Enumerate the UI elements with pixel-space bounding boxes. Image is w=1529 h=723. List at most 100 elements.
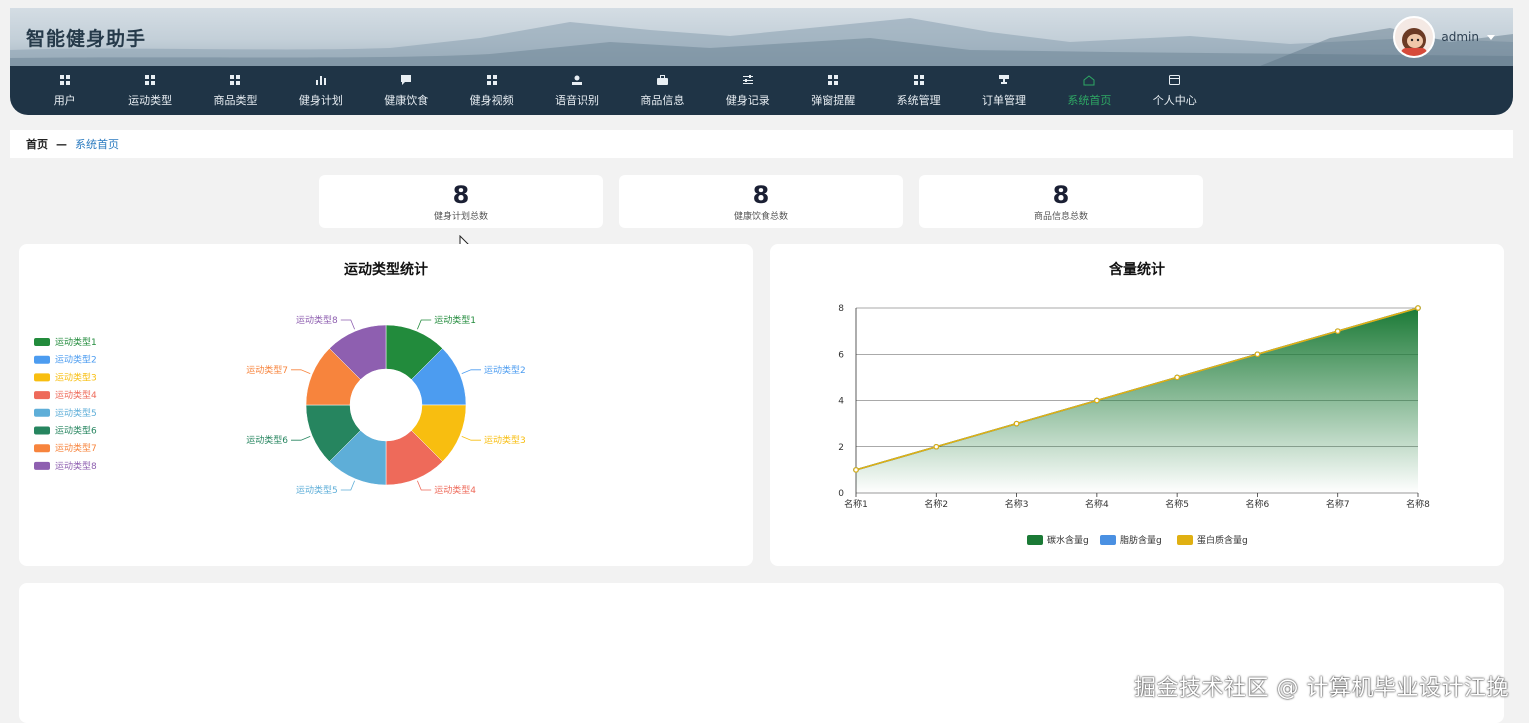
pie-slice-label: 运动类型3 xyxy=(484,434,526,446)
avatar-image xyxy=(1401,28,1428,56)
avatar[interactable] xyxy=(1393,16,1436,58)
x-tick-label: 名称3 xyxy=(1005,498,1029,510)
nav-item-2[interactable]: 运动类型 xyxy=(107,66,192,115)
pie-slice-label: 运动类型2 xyxy=(484,364,526,376)
user-icon xyxy=(572,73,583,87)
bar-chart-icon xyxy=(315,73,326,87)
legend-label[interactable]: 运动类型1 xyxy=(55,336,97,348)
username[interactable]: admin xyxy=(1441,30,1479,44)
legend-label[interactable]: 运动类型6 xyxy=(55,425,97,437)
nav-item-10[interactable]: 弹窗提醒 xyxy=(791,66,876,115)
legend-swatch[interactable] xyxy=(1100,535,1116,545)
main-nav: 用户 运动类型 商品类型 健身计划 健康饮食 健身视频 语音识别 商品信息 健身记录 弹窗提醒 系统… xyxy=(10,66,1513,115)
nav-item-label: 健身记录 xyxy=(725,94,770,107)
nav-item-5[interactable]: 健康饮食 xyxy=(364,66,449,115)
nav-item-11[interactable]: 系统管理 xyxy=(876,66,961,115)
stat-card-diet: 8 健康饮食总数 xyxy=(619,175,903,228)
nav-item-3[interactable]: 商品类型 xyxy=(193,66,278,115)
chat-icon xyxy=(401,73,412,87)
legend-swatch[interactable] xyxy=(1177,535,1193,545)
data-point[interactable] xyxy=(1254,351,1261,358)
legend-label[interactable]: 运动类型8 xyxy=(55,460,97,472)
grid-icon xyxy=(145,73,156,87)
grid-icon xyxy=(486,73,497,87)
breadcrumb-current: 系统首页 xyxy=(75,138,119,151)
nav-item-label: 语音识别 xyxy=(555,94,600,107)
pie-leader-line xyxy=(417,319,432,330)
pie-slice-label: 运动类型8 xyxy=(296,314,338,326)
legend-swatch[interactable] xyxy=(34,426,50,435)
data-point[interactable] xyxy=(853,467,859,473)
legend-swatch[interactable] xyxy=(34,373,50,382)
area-chart: 0 2 4 6 8 名称1 名称2 名称3 名称4 名称5 名称6 名称7 名称8 碳水含量g 脂肪含量g 蛋… xyxy=(838,304,1430,546)
home-icon xyxy=(1083,73,1095,87)
legend-label[interactable]: 运动类型2 xyxy=(55,354,97,366)
x-tick-label: 名称6 xyxy=(1246,498,1270,510)
legend-label[interactable]: 脂肪含量g xyxy=(1120,534,1162,546)
x-tick-label: 名称4 xyxy=(1085,498,1109,510)
nav-item-label: 弹窗提醒 xyxy=(811,94,856,107)
pie-leader-line xyxy=(417,480,432,491)
legend-label[interactable]: 蛋白质含量g xyxy=(1197,534,1248,546)
data-point[interactable] xyxy=(1174,374,1180,381)
legend-label[interactable]: 运动类型4 xyxy=(55,389,97,401)
data-point[interactable] xyxy=(1094,397,1100,404)
y-tick-label: 0 xyxy=(838,489,844,499)
nav-item-label: 订单管理 xyxy=(981,94,1026,107)
legend-label[interactable]: 碳水含量g xyxy=(1047,534,1089,546)
data-point[interactable] xyxy=(933,443,940,450)
mountain-background xyxy=(10,18,1513,66)
legend-label[interactable]: 运动类型7 xyxy=(55,442,97,454)
legend-swatch[interactable] xyxy=(34,338,50,346)
pie-leader-line xyxy=(461,369,481,374)
legend-swatch[interactable] xyxy=(34,408,50,417)
sliders-icon xyxy=(742,73,753,87)
pie-slice-label: 运动类型6 xyxy=(246,434,288,446)
legend-label[interactable]: 运动类型3 xyxy=(55,371,97,383)
legend-swatch[interactable] xyxy=(1027,535,1043,545)
nav-item-7[interactable]: 语音识别 xyxy=(534,66,619,115)
grid-icon xyxy=(913,73,924,87)
grid-icon xyxy=(230,73,241,87)
chevron-down-icon[interactable] xyxy=(1487,34,1495,40)
pie-slice-label: 运动类型7 xyxy=(246,364,288,376)
nav-item-1[interactable]: 用户 xyxy=(22,66,107,115)
data-point[interactable] xyxy=(1334,328,1341,334)
legend-swatch[interactable] xyxy=(34,355,50,364)
top-header: 智能健身助手 admin 用户 运动类型 商品类型 健身计划 健康饮食 健身视频 语音识别 商… xyxy=(10,8,1513,115)
x-tick-label: 名称2 xyxy=(924,498,948,510)
legend-swatch[interactable] xyxy=(34,444,50,453)
nav-item-label: 运动类型 xyxy=(128,94,173,107)
nav-item-9[interactable]: 健身记录 xyxy=(705,66,790,115)
data-point[interactable] xyxy=(1415,305,1421,311)
user-menu[interactable]: admin xyxy=(1393,16,1495,58)
content-chart-panel: 含量统计 0 2 4 6 8 名称1 名称2 名称3 名称4 名称5 名称6 名称7 名称8 碳水含量g 脂… xyxy=(770,244,1504,566)
nav-item-label: 个人中心 xyxy=(1152,94,1197,107)
x-tick-label: 名称7 xyxy=(1326,498,1350,510)
stat-card-fitness-plan: 8 健身计划总数 xyxy=(319,175,603,228)
nav-item-13[interactable]: 系统首页 xyxy=(1047,66,1132,115)
nav-item-6[interactable]: 健身视频 xyxy=(449,66,534,115)
stat-label: 商品信息总数 xyxy=(1033,212,1088,222)
grid-icon xyxy=(59,73,70,87)
nav-item-4[interactable]: 健身计划 xyxy=(278,66,363,115)
y-tick-label: 2 xyxy=(838,443,844,453)
stat-label: 健康饮食总数 xyxy=(733,212,788,222)
legend-label[interactable]: 运动类型5 xyxy=(55,407,97,419)
data-point[interactable] xyxy=(1013,420,1020,427)
pie-slice-label: 运动类型1 xyxy=(434,314,476,326)
grid-icon xyxy=(828,73,839,87)
nav-item-8[interactable]: 商品信息 xyxy=(620,66,705,115)
stat-card-products: 8 商品信息总数 xyxy=(919,175,1203,228)
legend-swatch[interactable] xyxy=(34,461,50,470)
nav-item-12[interactable]: 订单管理 xyxy=(961,66,1046,115)
breadcrumb: 首页 — 系统首页 xyxy=(10,130,1513,158)
breadcrumb-home[interactable]: 首页 xyxy=(26,136,48,152)
nav-item-14[interactable]: 个人中心 xyxy=(1132,66,1217,115)
x-tick-label: 名称8 xyxy=(1406,498,1430,510)
legend-swatch[interactable] xyxy=(34,391,50,400)
nav-item-label: 商品信息 xyxy=(640,94,685,107)
nav-item-label: 系统首页 xyxy=(1067,94,1112,107)
y-tick-label: 6 xyxy=(838,350,844,360)
header-banner: 智能健身助手 admin xyxy=(10,8,1513,66)
